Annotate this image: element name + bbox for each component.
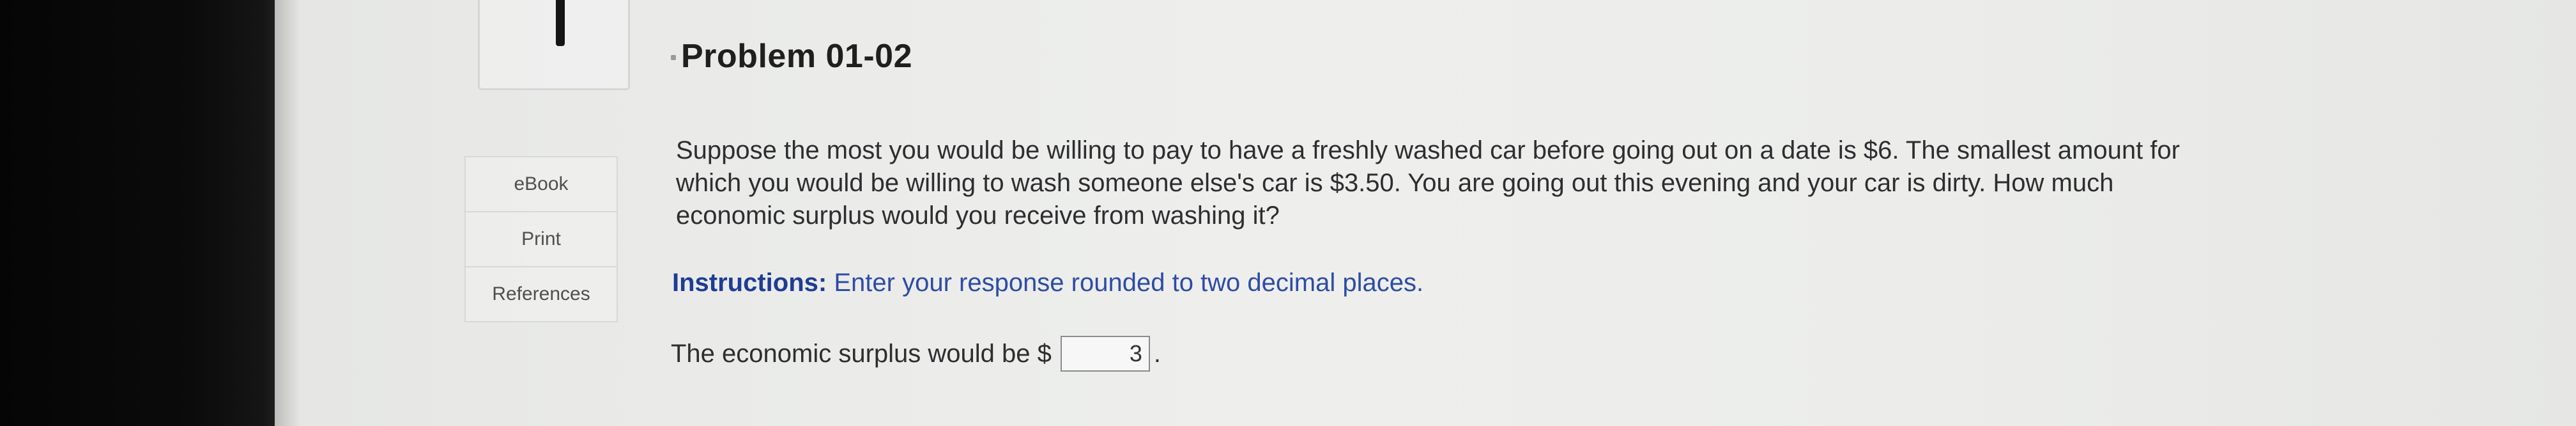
screen: eBook Print References Problem 01-02 Sup…	[0, 0, 2576, 426]
answer-line: The economic surplus would be $ .	[671, 336, 1161, 372]
scroll-handle[interactable]	[556, 0, 565, 46]
problem-text: Suppose the most you would be willing to…	[676, 134, 2414, 232]
problem-text-line: which you would be willing to wash someo…	[676, 169, 2114, 197]
monitor-bezel	[0, 0, 275, 426]
problem-title: Problem 01-02	[681, 38, 912, 75]
top-panel	[478, 0, 630, 90]
side-item-ebook[interactable]: eBook	[464, 156, 618, 211]
answer-input[interactable]	[1060, 336, 1150, 372]
title-marker-icon	[671, 55, 676, 60]
side-item-print[interactable]: Print	[464, 211, 618, 266]
side-item-references[interactable]: References	[464, 266, 618, 322]
instructions-label: Instructions:	[672, 269, 827, 297]
answer-prefix: The economic surplus would be $	[671, 339, 1052, 368]
instructions: Instructions: Enter your response rounde…	[672, 269, 1423, 297]
problem-text-line: Suppose the most you would be willing to…	[676, 136, 2180, 164]
instructions-text: Enter your response rounded to two decim…	[834, 269, 1424, 297]
answer-suffix: .	[1153, 339, 1162, 368]
side-menu: eBook Print References	[464, 156, 618, 322]
bezel-shadow	[275, 0, 300, 426]
problem-text-line: economic surplus would you receive from …	[676, 201, 1280, 230]
